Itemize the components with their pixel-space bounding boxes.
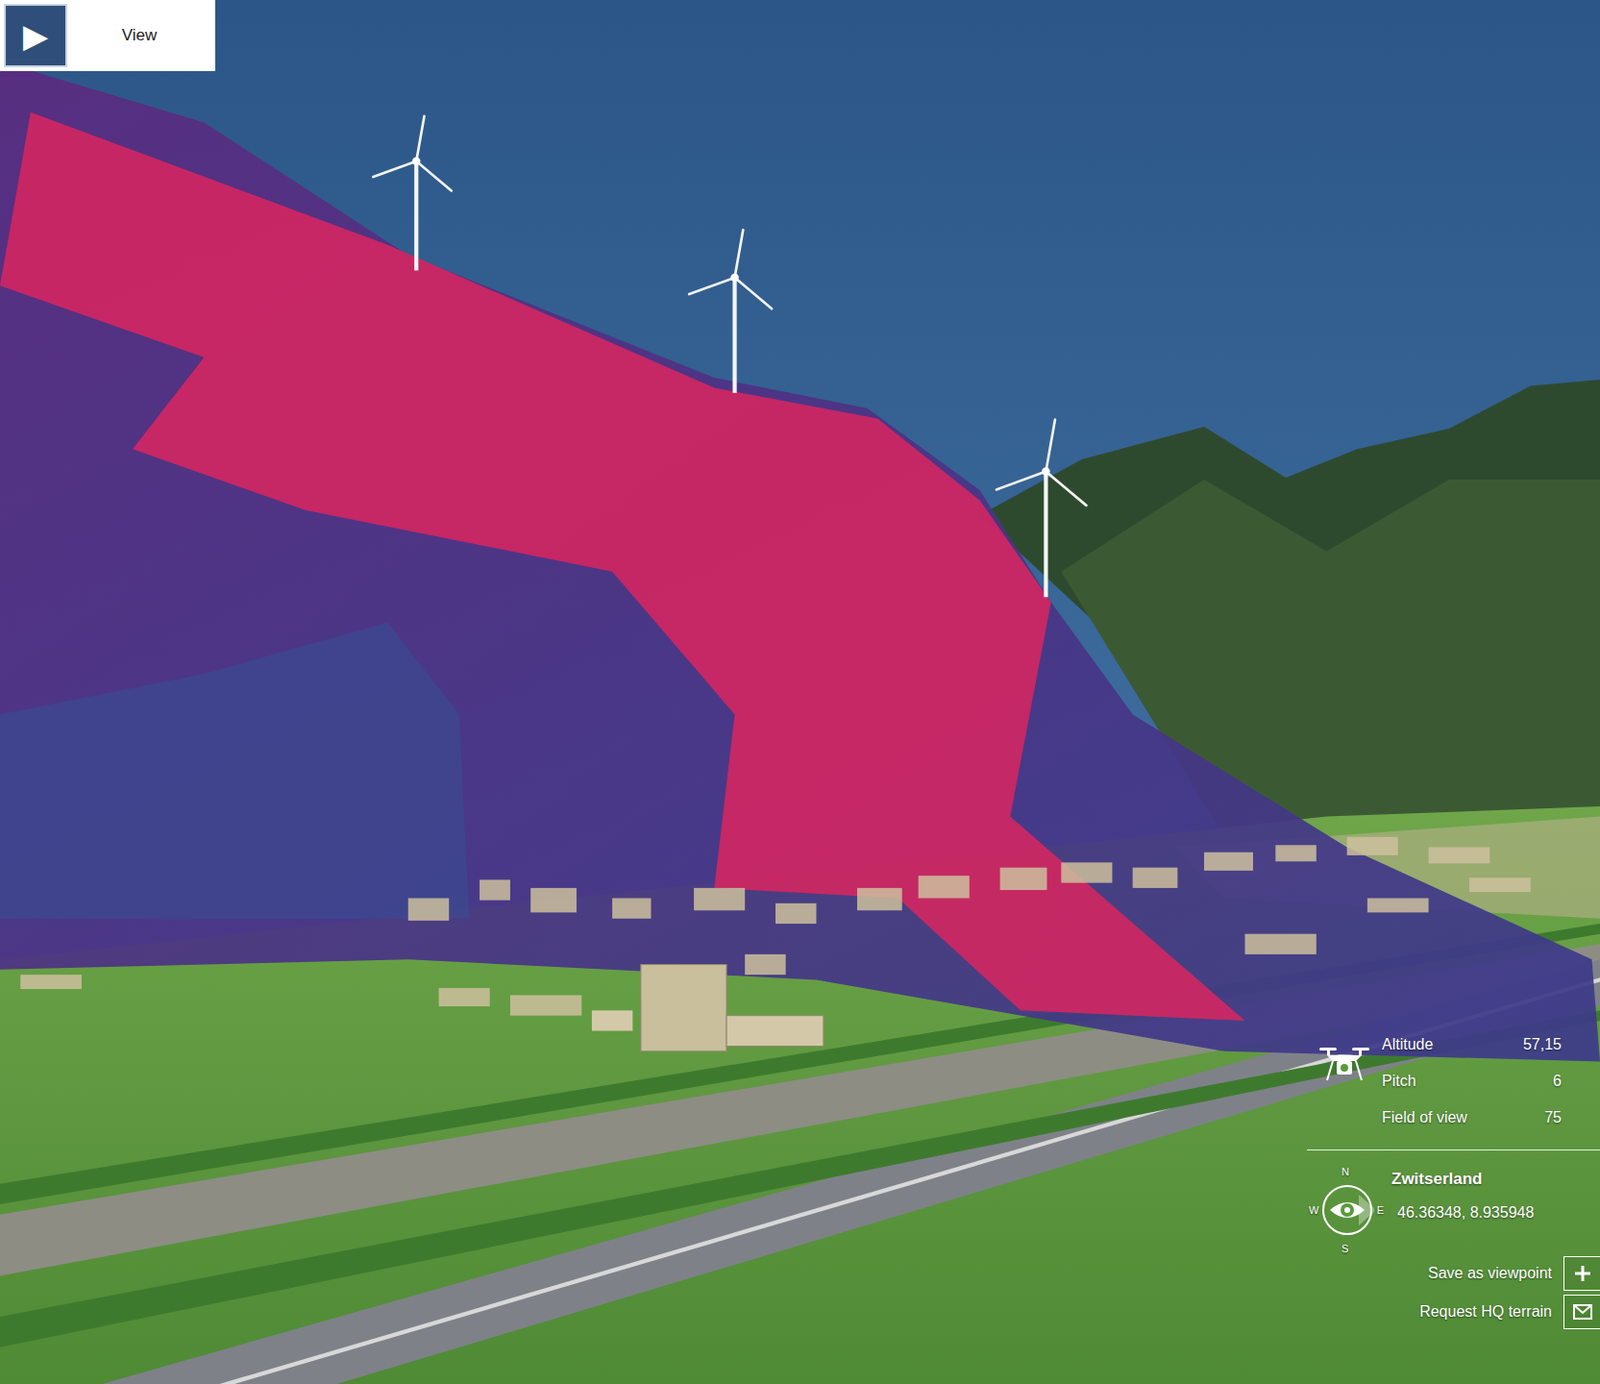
coordinates: 46.36348, 8.935948 [1391,1204,1534,1222]
compass-north: N [1341,1165,1350,1178]
camera-value: 57,15 [1523,1035,1562,1054]
camera-label: Altitude [1381,1035,1524,1054]
plus-icon [1573,1263,1593,1283]
compass-south: S [1341,1242,1349,1255]
compass-east: E [1377,1204,1384,1216]
compass[interactable]: N W E S [1310,1165,1382,1255]
camera-panel: Altitude57,15 Pitch6 Field of view75 N W E S Zw… [1306,1026,1600,1330]
save-viewpoint-button[interactable] [1563,1255,1600,1291]
view-label: View [67,3,212,68]
play-icon: ▶ [23,16,49,55]
play-button[interactable]: ▶ [3,3,68,68]
wind-turbine [996,419,1087,598]
location-block: N W E S Zwitserland 46.36348, 8.935948 [1306,1150,1600,1255]
camera-label: Field of view [1381,1108,1524,1127]
action-row: Save as viewpoint [1306,1255,1600,1291]
request-terrain-button[interactable] [1563,1294,1600,1330]
divider [1306,1149,1600,1151]
compass-west: W [1308,1204,1319,1216]
eye-icon [1320,1182,1375,1237]
terrain-scene[interactable] [0,0,1600,1384]
camera-value: 6 [1523,1072,1562,1090]
action-row: Request HQ terrain [1306,1294,1600,1330]
location-name: Zwitserland [1391,1169,1534,1189]
drone-icon [1317,1041,1372,1084]
camera-label: Pitch [1381,1072,1524,1090]
drone-cell [1306,1041,1382,1084]
camera-value: 75 [1523,1108,1562,1127]
action-label: Save as viewpoint [1427,1264,1552,1282]
camera-info: Altitude57,15 Pitch6 Field of view75 [1306,1026,1600,1150]
wind-turbine [689,229,772,394]
action-list: Save as viewpoint Request HQ terrain [1306,1255,1600,1330]
mail-icon [1573,1304,1593,1320]
view-toolbar: ▶ View [0,0,216,72]
action-label: Request HQ terrain [1419,1303,1552,1321]
wind-turbine [372,116,451,271]
map-viewer[interactable]: ▶ View Altitude57,15 Pitch6 Field of view75 N… [0,0,1600,1384]
location-text: Zwitserland 46.36348, 8.935948 [1391,1169,1534,1222]
